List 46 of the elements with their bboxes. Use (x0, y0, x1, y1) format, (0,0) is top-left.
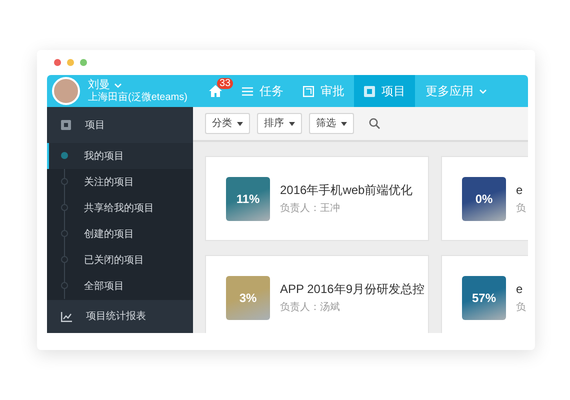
project-owner: 负 (516, 300, 526, 314)
progress-thumbnail: 11% (226, 176, 270, 220)
sidebar-item[interactable]: 共享给我的项目 (47, 195, 193, 221)
filter-dropdown[interactable]: 分类 (205, 113, 250, 134)
filter-dropdown[interactable]: 排序 (257, 113, 302, 134)
home-icon[interactable] (209, 85, 222, 97)
window-control-dot[interactable] (80, 59, 87, 66)
notification-badge: 33 (217, 78, 233, 89)
sidebar-item[interactable]: 我的项目 (47, 143, 193, 169)
project-title[interactable]: e (516, 182, 526, 198)
project-title[interactable]: APP 2016年9月份研发总控 (280, 280, 424, 296)
progress-thumbnail: 3% (226, 276, 270, 320)
sidebar-section-header[interactable]: 项目 (47, 107, 193, 143)
project-title[interactable]: e (516, 280, 526, 296)
list-icon (242, 86, 254, 96)
project-owner: 负 (516, 202, 526, 216)
document-icon (303, 86, 314, 96)
caret-icon (341, 122, 347, 126)
window-control-dot[interactable] (54, 59, 61, 66)
sidebar-item[interactable]: 全部项目 (47, 273, 193, 299)
sidebar-item-label: 项目统计报表 (86, 310, 146, 324)
folder-icon (364, 86, 376, 96)
caret-icon (289, 122, 295, 126)
organization-name: 上海田亩(泛微eteams) (88, 92, 188, 104)
sidebar-item[interactable]: 项目统计报表 (47, 300, 193, 333)
folder-icon (61, 120, 71, 130)
caret-icon (237, 122, 243, 126)
project-card[interactable]: 3% APP 2016年9月份研发总控 负责人：汤斌 (205, 255, 429, 333)
sidebar-item[interactable]: 创建的项目 (47, 221, 193, 247)
filter-dropdown[interactable]: 筛选 (309, 113, 354, 134)
sidebar-item[interactable]: 已关闭的项目 (47, 247, 193, 273)
project-owner: 负责人：汤斌 (280, 300, 341, 314)
avatar[interactable] (52, 77, 80, 105)
progress-thumbnail: 0% (462, 176, 506, 220)
project-card[interactable]: 57% e 负 (441, 255, 528, 333)
search-icon[interactable] (369, 118, 380, 129)
project-owner: 负责人：王冲 (280, 202, 341, 216)
project-card[interactable]: 0% e 负 (441, 156, 528, 241)
project-card[interactable]: 11% 2016年手机web前端优化 负责人：王冲 (205, 156, 429, 241)
progress-thumbnail: 57% (462, 276, 506, 320)
caret-icon[interactable] (114, 82, 122, 88)
window-control-dot[interactable] (67, 59, 74, 66)
sidebar-item[interactable]: 关注的项目 (47, 169, 193, 195)
sidebar-section-label: 项目 (85, 118, 105, 132)
chart-icon (61, 312, 72, 322)
project-title[interactable]: 2016年手机web前端优化 (280, 182, 413, 198)
